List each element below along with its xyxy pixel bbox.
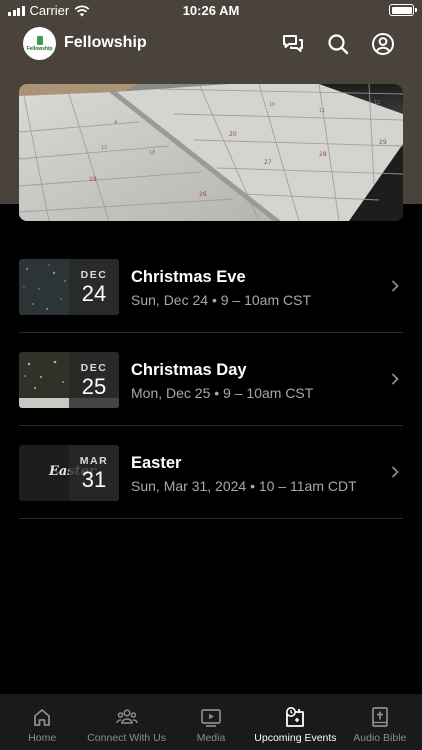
clock: 10:26 AM [182, 3, 240, 18]
logo-text: Fellowship [26, 45, 53, 52]
logo-mark-icon [36, 35, 43, 45]
event-time: Sun, Mar 31, 2024 • 10 – 11am CDT [131, 478, 357, 494]
event-thumbnail: Easter MAR 31 [19, 445, 119, 501]
app-title: Fellowship [64, 34, 147, 51]
tab-label: Media [196, 732, 226, 744]
play-icon [201, 709, 221, 727]
event-title: Easter [131, 454, 182, 472]
tab-connect-with-us[interactable]: Connect With Us [84, 694, 168, 750]
app-header: Fellowship Fellowship [0, 26, 422, 62]
tab-audio-bible[interactable]: Audio Bible [338, 694, 422, 750]
event-item-easter[interactable]: Easter MAR 31 Easter Sun, Mar 31, 2024 •… [19, 426, 403, 519]
calendar-icon [286, 707, 305, 727]
tab-upcoming-events[interactable]: Upcoming Events [253, 694, 337, 750]
event-month: MAR [79, 454, 109, 467]
event-title: Christmas Eve [131, 268, 246, 286]
tab-home[interactable]: Home [0, 694, 84, 750]
svg-text:27: 27 [264, 159, 272, 166]
hero-image[interactable]: 19 20 27 28 29 26 10 11 12 4 12 18 [19, 84, 403, 221]
svg-text:28: 28 [319, 151, 327, 158]
svg-text:12: 12 [374, 100, 380, 106]
tab-media[interactable]: Media [169, 694, 253, 750]
svg-text:18: 18 [149, 150, 155, 156]
event-day: 24 [81, 280, 107, 306]
event-month: DEC [80, 268, 108, 281]
tab-label: Home [28, 732, 57, 744]
event-title: Christmas Day [131, 361, 247, 379]
svg-text:11: 11 [319, 108, 325, 114]
event-date-badge: DEC 25 [69, 352, 119, 408]
tab-bar: Home Connect With Us Media Upcoming Even… [0, 694, 422, 750]
tab-label: Audio Bible [353, 732, 407, 744]
event-day: 31 [81, 466, 107, 492]
svg-text:20: 20 [229, 131, 237, 138]
tab-label: Connect With Us [87, 732, 166, 744]
event-month: DEC [80, 361, 108, 374]
search-icon[interactable] [325, 31, 351, 57]
event-date-badge: DEC 24 [69, 259, 119, 315]
svg-text:26: 26 [199, 191, 207, 198]
chat-icon[interactable] [280, 31, 306, 57]
chevron-right-icon [392, 373, 399, 385]
event-day: 25 [81, 373, 107, 399]
chevron-right-icon [392, 280, 399, 292]
event-thumbnail: DEC 24 [19, 259, 119, 315]
people-icon [115, 709, 138, 724]
svg-text:4: 4 [114, 120, 117, 126]
svg-text:19: 19 [89, 176, 97, 183]
status-bar: Carrier 10:26 AM [0, 0, 422, 22]
event-time: Sun, Dec 24 • 9 – 10am CST [131, 292, 311, 308]
svg-text:10: 10 [269, 102, 275, 108]
bible-icon [371, 707, 388, 727]
chevron-right-icon [392, 466, 399, 478]
tab-label: Upcoming Events [254, 732, 337, 744]
home-icon [34, 709, 51, 726]
event-date-badge: MAR 31 [69, 445, 119, 501]
event-time: Mon, Dec 25 • 9 – 10am CST [131, 385, 314, 401]
svg-text:12: 12 [101, 145, 107, 151]
event-thumbnail: DEC 25 [19, 352, 119, 408]
events-list: DEC 24 Christmas Eve Sun, Dec 24 • 9 – 1… [19, 240, 403, 519]
app-logo[interactable]: Fellowship [23, 27, 56, 60]
profile-icon[interactable] [370, 31, 396, 57]
event-item-christmas-eve[interactable]: DEC 24 Christmas Eve Sun, Dec 24 • 9 – 1… [19, 240, 403, 333]
battery-icon [389, 4, 417, 16]
event-item-christmas-day[interactable]: DEC 25 Christmas Day Mon, Dec 25 • 9 – 1… [19, 333, 403, 426]
svg-text:29: 29 [379, 139, 387, 146]
